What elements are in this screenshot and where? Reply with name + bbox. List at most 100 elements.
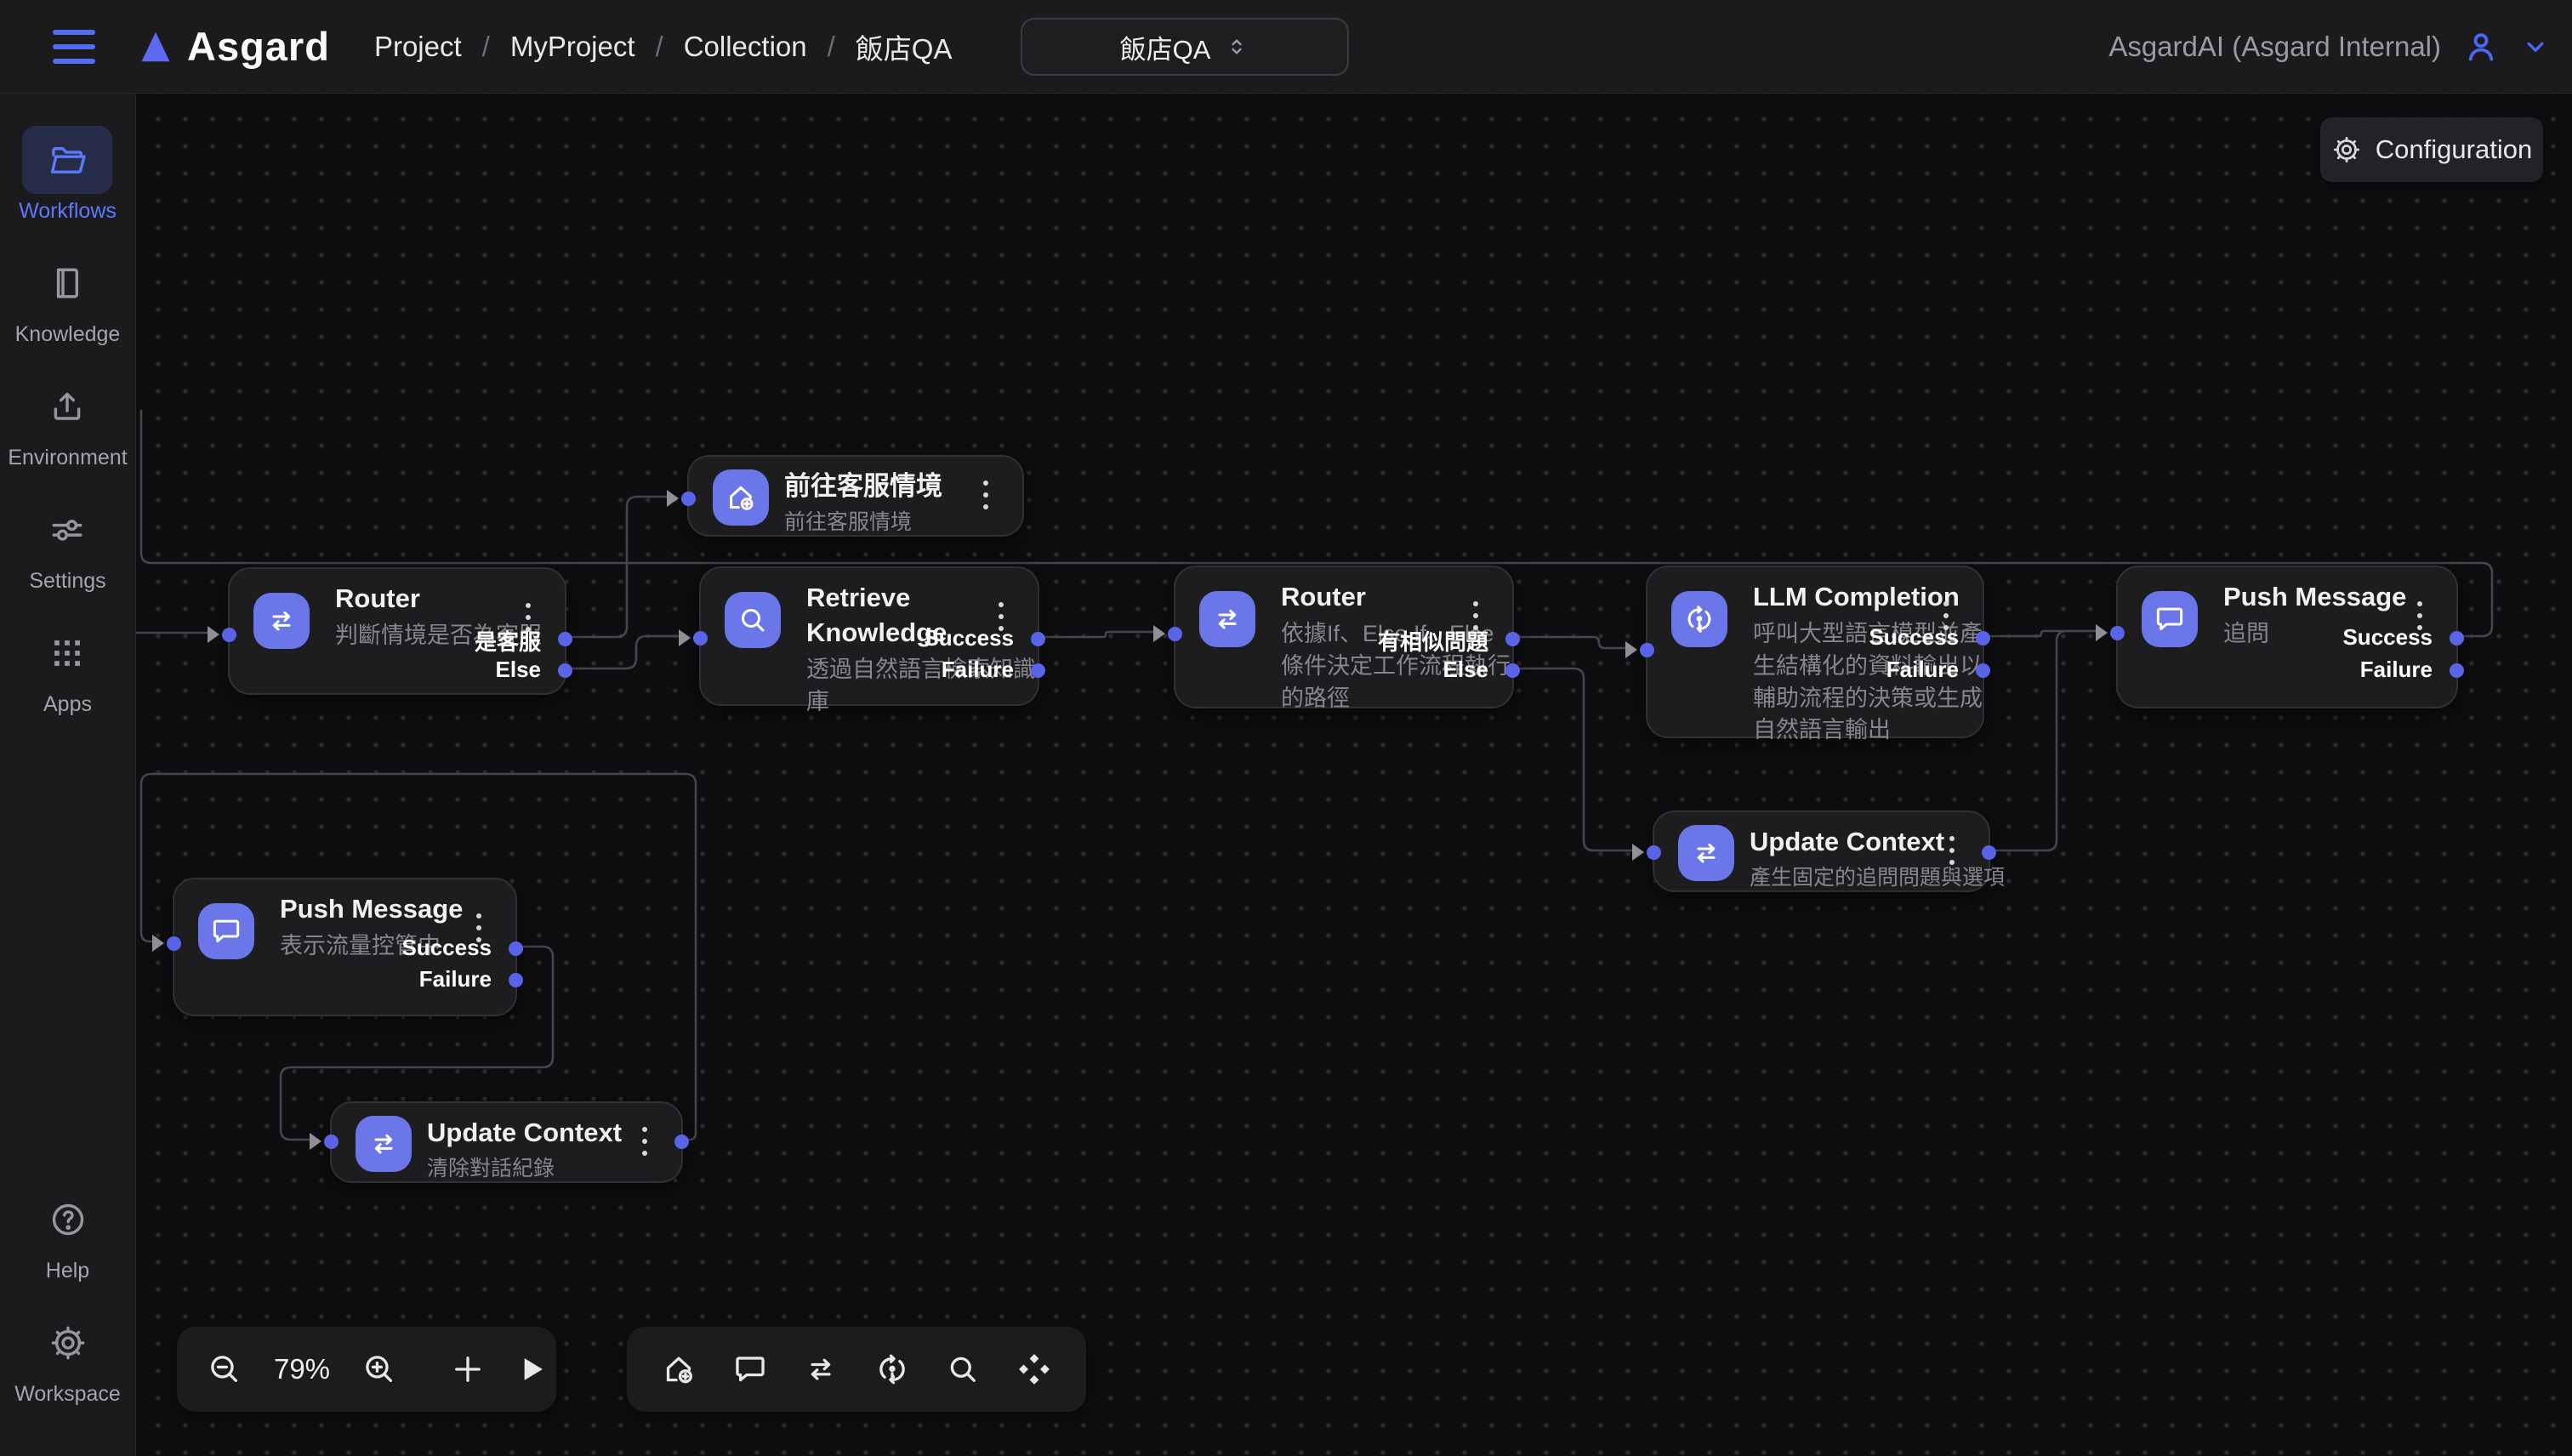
node-router-2[interactable]: Router依據If、Else If、Else條件決定工作流程執行的路徑有相似問… [1174,566,1514,708]
zoom-toolbar: 79% [177,1327,556,1412]
zoomout-icon [206,1351,243,1388]
tool-move-button[interactable] [1016,1351,1053,1388]
person-icon[interactable] [2461,27,2501,66]
tool-update-context-button[interactable] [802,1351,839,1388]
sidebar-tile-knowledge [22,249,112,317]
movedia-icon [1016,1351,1053,1388]
output-port[interactable] [674,1135,689,1149]
sidebar-item-environment[interactable]: Environment [8,373,127,470]
search-icon [736,603,770,637]
node-update-context-followup[interactable]: Update Context產生固定的追問問題與選項 [1653,810,1990,892]
sidebar: Workflows Knowledge Environment Settings App… [0,94,136,1456]
brand-name: Asgard [187,23,330,70]
book-icon [48,264,87,303]
output-port[interactable] [1505,663,1520,678]
node-llm-completion[interactable]: LLM Completion呼叫大型語言模型並產生結構化的資料輸出以輔助流程的決… [1646,566,1984,738]
output-label: Success [2342,624,2433,651]
node-goto-scene[interactable]: 前往客服情境前往客服情境 [687,455,1024,537]
sidebar-item-label: Environment [8,446,127,470]
node-icon-tile [356,1116,412,1172]
input-port[interactable] [167,936,181,951]
chat-icon [209,914,243,948]
output-label: 是客服 [475,625,541,657]
output-label: Failure [942,657,1014,683]
input-port[interactable] [324,1135,339,1149]
node-title: Router [1281,580,1488,615]
input-port[interactable] [681,492,696,506]
output-label: Success [924,625,1014,651]
swap-icon [1689,836,1723,870]
output-port[interactable] [509,941,523,956]
configuration-button[interactable]: Configuration [2320,117,2543,182]
output-label: Else [496,657,542,683]
chevron-down-icon[interactable] [2521,32,2550,61]
sidebar-item-workspace[interactable]: Workspace [14,1309,121,1407]
node-retrieve-knowledge[interactable]: Retrieve Knowledge透過自然語言檢索知識庫SuccessFail… [699,566,1039,706]
output-port[interactable] [1505,632,1520,646]
output-port[interactable] [1031,632,1045,646]
sidebar-item-apps[interactable]: Apps [8,619,127,717]
node-tools-toolbar [627,1327,1086,1412]
output-port[interactable] [509,973,523,987]
output-port[interactable] [1031,663,1045,678]
node-icon-tile [1678,825,1734,881]
tool-retrieve-knowledge-button[interactable] [944,1351,982,1388]
node-icon-tile [1199,591,1255,647]
node-icon-tile [1671,591,1727,647]
output-port[interactable] [1976,663,1990,678]
gear-icon [48,1323,88,1362]
zoom-out-button[interactable] [206,1351,243,1388]
folder-icon [48,140,87,179]
output-port[interactable] [2450,631,2464,646]
kebab-menu-icon[interactable] [978,475,993,515]
sliders-icon [48,510,87,549]
breadcrumb-workflow[interactable]: 飯店QA [856,26,953,67]
plus-icon [449,1351,487,1388]
breadcrumb-collection[interactable]: Collection [684,31,807,63]
sidebar-main: Workflows Knowledge Environment Settings App… [8,126,127,742]
input-port[interactable] [1640,643,1654,657]
menu-icon[interactable] [53,30,95,64]
add-node-button[interactable] [449,1351,487,1388]
node-subtitle: 前往客服情境 [784,508,942,537]
output-port[interactable] [558,632,572,646]
search-icon [944,1351,982,1388]
swap-icon [367,1127,401,1161]
node-text: Update Context清除對話紀錄 [427,1116,622,1184]
workflow-canvas[interactable] [136,94,2572,1456]
node-update-context-clear[interactable]: Update Context清除對話紀錄 [330,1101,683,1183]
output-port[interactable] [2450,663,2464,678]
input-port[interactable] [1168,627,1182,641]
sidebar-item-help[interactable]: Help [23,1186,113,1283]
node-push-message-throttle[interactable]: Push Message表示流量控管中SuccessFailure [173,878,517,1016]
node-title: Update Context [427,1116,622,1151]
workflow-selector[interactable]: 飯店QA [1021,18,1349,76]
run-button[interactable] [512,1351,549,1388]
tool-llm-completion-button[interactable] [873,1351,911,1388]
output-label: 有相似問題 [1378,625,1488,657]
output-label: Failure [419,966,492,992]
tool-push-message-button[interactable] [731,1351,769,1388]
sidebar-item-knowledge[interactable]: Knowledge [8,249,127,347]
output-port[interactable] [558,663,572,678]
tool-add-scene-button[interactable] [660,1351,697,1388]
input-port[interactable] [2110,626,2125,640]
node-icon-tile [2142,591,2198,647]
input-port[interactable] [222,628,236,642]
zoomin-icon [361,1351,398,1388]
zoom-in-button[interactable] [361,1351,398,1388]
node-router-1[interactable]: Router判斷情境是否為客服是客服Else [228,567,566,695]
breadcrumb-myproject[interactable]: MyProject [510,31,635,63]
kebab-menu-icon[interactable] [637,1122,652,1161]
kebab-menu-icon[interactable] [1944,831,1960,870]
sidebar-item-workflows[interactable]: Workflows [8,126,127,224]
output-port[interactable] [1976,631,1990,646]
input-port[interactable] [1647,845,1661,860]
input-port[interactable] [693,631,708,646]
breadcrumb-project[interactable]: Project [374,31,462,63]
sidebar-item-settings[interactable]: Settings [8,496,127,594]
top-bar: Asgard Project/ MyProject/ Collection/ 飯… [0,0,2572,94]
sidebar-item-label: Apps [43,692,92,717]
node-push-message-followup[interactable]: Push Message追問SuccessFailure [2116,566,2458,708]
output-port[interactable] [1982,845,1996,860]
